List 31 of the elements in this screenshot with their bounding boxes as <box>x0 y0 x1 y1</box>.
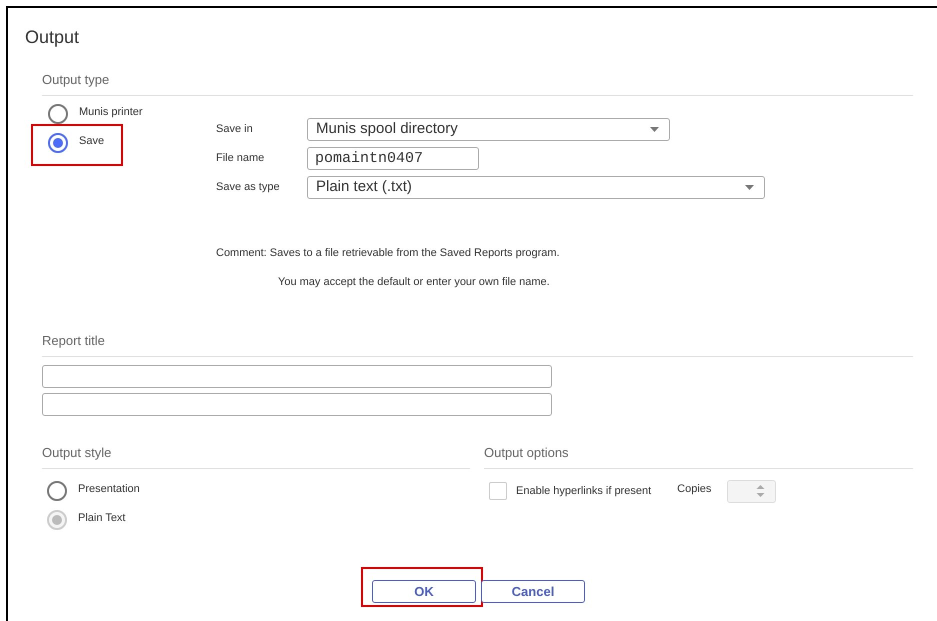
radio-button[interactable] <box>48 104 68 124</box>
input-field[interactable] <box>42 392 552 416</box>
radio-label: Save <box>79 134 104 150</box>
comment-text: You may accept the default or enter your own file name. <box>277 275 551 290</box>
comment-text: Comment: Saves to a file retrievable from the Saved Reports program. <box>215 246 561 261</box>
checkbox-label: Enable hyperlinks if present <box>516 484 652 499</box>
field-label: Save in <box>216 122 254 138</box>
section-heading: Output style <box>42 444 112 460</box>
radio-label: Presentation <box>78 482 140 497</box>
radio-button[interactable] <box>48 133 68 153</box>
input-field[interactable]: pomaintn0407 <box>307 147 479 170</box>
section-heading: Output type <box>42 72 110 87</box>
window-title: Output <box>25 26 80 49</box>
checkbox[interactable] <box>489 482 507 500</box>
field-label: File name <box>216 151 266 166</box>
copies-label: Copies <box>677 482 712 497</box>
dropdown[interactable]: Plain text (.txt) <box>307 176 765 199</box>
copies-spinner[interactable] <box>727 480 776 502</box>
dropdown[interactable]: Munis spool directory <box>307 118 670 141</box>
radio-button[interactable] <box>47 480 67 500</box>
section-heading: Output options <box>484 444 569 460</box>
radio-label: Munis printer <box>79 105 143 120</box>
caret-icon <box>745 185 754 190</box>
radio-label: Plain Text <box>78 510 126 526</box>
section-heading: Report title <box>42 332 105 348</box>
dialog-button[interactable]: Cancel <box>481 580 585 604</box>
dialog-button[interactable]: OK <box>372 580 476 604</box>
input-field[interactable] <box>42 364 552 388</box>
field-label: Save as type <box>216 180 281 196</box>
spinner-arrows-icon <box>756 484 766 498</box>
caret-icon <box>650 127 659 132</box>
